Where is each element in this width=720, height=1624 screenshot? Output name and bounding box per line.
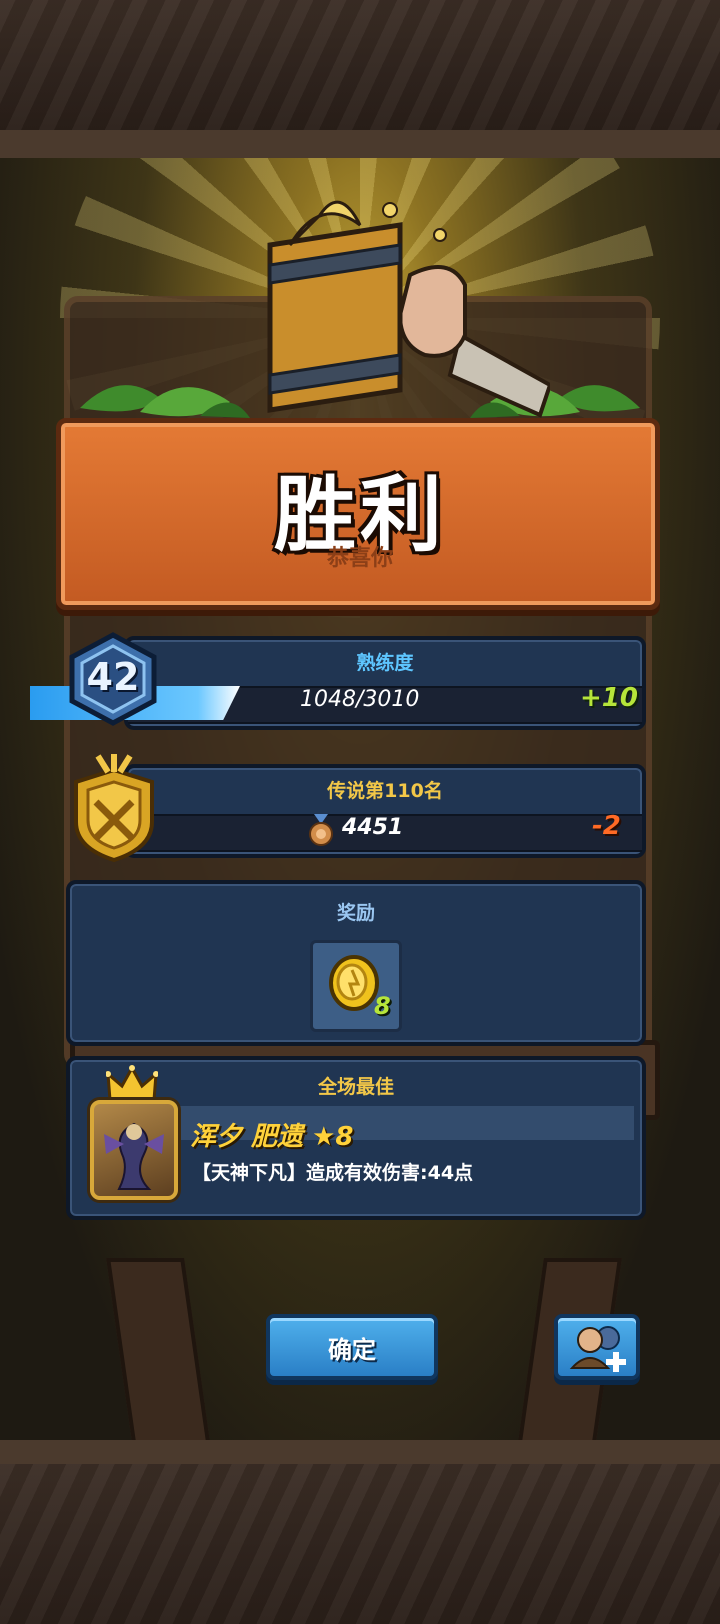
mvp-portrait-avatar[interactable] (90, 1100, 178, 1200)
proficiency-gain: +10 (580, 683, 638, 713)
medal-icon (309, 814, 333, 846)
gold-coin-icon (329, 955, 379, 1011)
proficiency-value: 1048/3010 (300, 687, 420, 712)
rank-label: 传说第110名 (327, 780, 443, 802)
add-friend-button[interactable] (554, 1314, 640, 1380)
mvp-player-name: 浑夕 肥遗 ★8 (190, 1122, 354, 1152)
reward-count: 8 (374, 992, 391, 1020)
add-friend-icon (569, 1326, 626, 1372)
dragon-hero-icon (104, 1122, 164, 1190)
beer-mug-icon (267, 200, 550, 418)
reward-label: 奖励 (336, 902, 375, 924)
legend-rank-badge-icon (74, 754, 154, 863)
crown-icon (106, 1064, 158, 1102)
mvp-detail: 【天神下凡】造成有效伤害:44点 (192, 1162, 474, 1184)
confirm-button[interactable]: 确定 (266, 1314, 438, 1380)
top-frame (0, 0, 720, 158)
congrats-subtitle: 恭喜你 (326, 546, 393, 571)
rank-points: 4451 (342, 815, 404, 840)
rank-panel: 传说第110名 (124, 764, 646, 858)
bottom-frame (0, 1440, 720, 1624)
table-leg-left (106, 1258, 212, 1440)
proficiency-label: 熟练度 (356, 652, 414, 674)
rank-delta: -2 (592, 811, 621, 841)
level-number: 42 (86, 655, 140, 699)
